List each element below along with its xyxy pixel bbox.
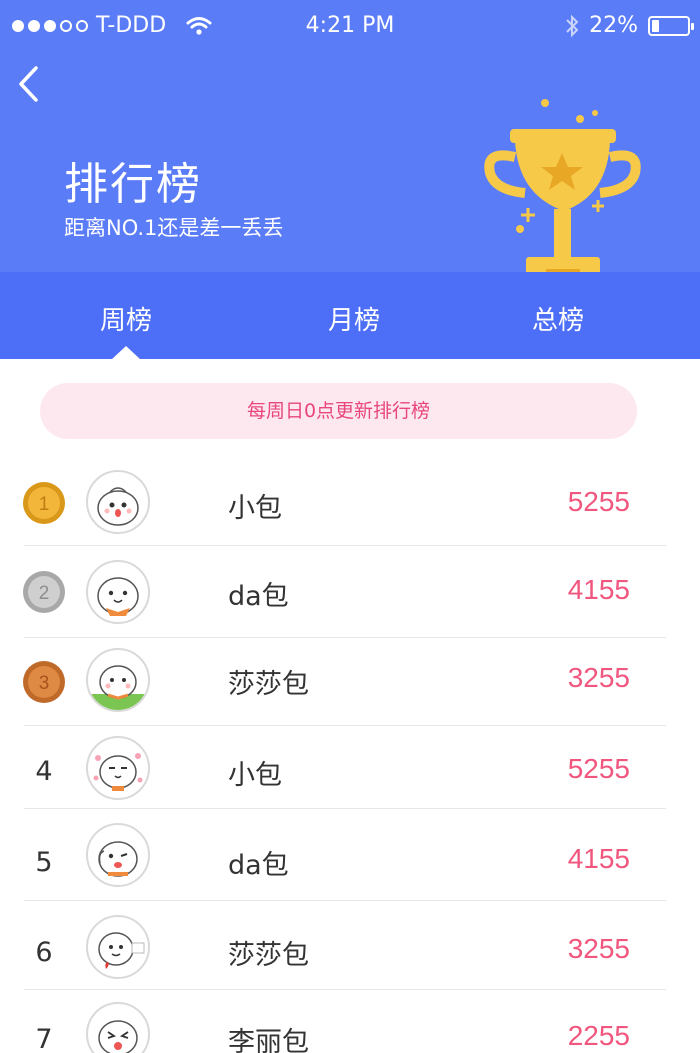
- gold-medal-icon: 1: [23, 482, 65, 524]
- avatar: [86, 736, 150, 800]
- list-item[interactable]: 2 da包 4155: [0, 546, 700, 638]
- status-bar: T-DDD 4:21 PM 22%: [0, 0, 700, 52]
- back-button[interactable]: [14, 62, 44, 106]
- tab-weekly[interactable]: 周榜: [26, 300, 226, 337]
- user-score: 3255: [567, 662, 630, 693]
- page-title: 排行榜: [64, 159, 202, 210]
- avatar: [86, 915, 150, 979]
- battery-icon: [648, 15, 694, 36]
- user-name: 莎莎包: [228, 669, 309, 700]
- user-name: da包: [228, 581, 289, 612]
- list-item[interactable]: 3 莎莎包 3255: [0, 638, 700, 726]
- user-score: 3255: [567, 933, 630, 964]
- update-notice: 每周日0点更新排行榜: [40, 383, 637, 439]
- user-name: 小包: [228, 760, 282, 791]
- svg-text:1: 1: [39, 494, 50, 515]
- bronze-medal-icon: 3: [23, 661, 65, 703]
- trophy-icon: [484, 99, 641, 293]
- status-right: 22%: [565, 13, 694, 38]
- rank-number: 6: [35, 937, 53, 968]
- user-score: 5255: [567, 753, 630, 784]
- list-item[interactable]: 7 李丽包 2255: [0, 990, 700, 1053]
- tab-overall[interactable]: 总榜: [458, 300, 658, 337]
- user-score: 4155: [567, 843, 630, 874]
- svg-text:2: 2: [39, 583, 50, 604]
- avatar: [86, 1002, 150, 1053]
- user-name: 莎莎包: [228, 940, 309, 971]
- avatar: [86, 470, 150, 534]
- bluetooth-icon: [566, 14, 579, 37]
- avatar: [86, 560, 150, 624]
- rank-number: 4: [35, 756, 53, 787]
- svg-text:3: 3: [39, 673, 50, 694]
- chevron-left-icon: [19, 66, 38, 102]
- list-item[interactable]: 1 小包 5255: [0, 456, 700, 546]
- active-tab-indicator: [111, 346, 141, 360]
- page-subtitle: 距离NO.1还是差一丢丢: [64, 216, 284, 240]
- rank-number: 7: [35, 1024, 53, 1053]
- rank-number: 5: [35, 847, 53, 878]
- avatar: [86, 823, 150, 887]
- avatar: [86, 648, 150, 712]
- user-score: 5255: [567, 486, 630, 517]
- list-item[interactable]: 6 莎莎包 3255: [0, 901, 700, 990]
- tab-monthly[interactable]: 月榜: [254, 300, 454, 337]
- list-item[interactable]: 4 小包 5255: [0, 726, 700, 809]
- user-name: 李丽包: [228, 1027, 309, 1053]
- user-name: da包: [228, 850, 289, 881]
- list-item[interactable]: 5 da包 4155: [0, 809, 700, 901]
- user-score: 4155: [567, 574, 630, 605]
- battery-percent: 22%: [589, 13, 638, 38]
- tab-bar: 周榜 月榜 总榜: [0, 272, 700, 359]
- silver-medal-icon: 2: [23, 571, 65, 613]
- user-score: 2255: [567, 1020, 630, 1051]
- user-name: 小包: [228, 493, 282, 524]
